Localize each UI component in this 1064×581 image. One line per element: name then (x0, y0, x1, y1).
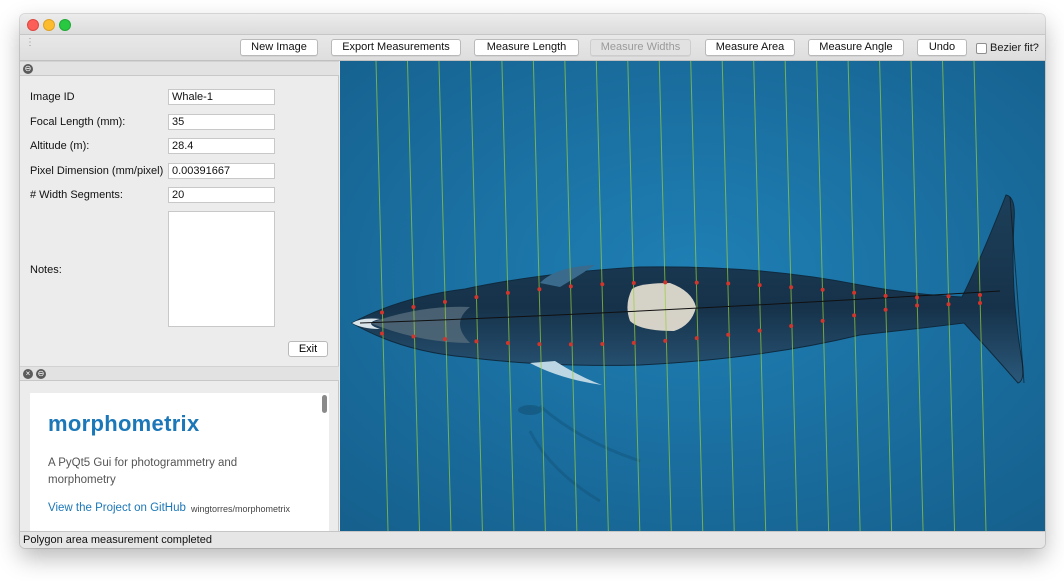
app-window: ⋮ New Image Export Measurements Measure … (20, 14, 1045, 548)
zoom-window-button[interactable] (59, 19, 71, 31)
width-point[interactable] (946, 302, 951, 307)
width-point[interactable] (726, 332, 731, 337)
width-point[interactable] (474, 295, 479, 300)
width-point[interactable] (757, 283, 762, 288)
parameters-dock-title: ⊖ (20, 61, 339, 76)
measure-area-button[interactable]: Measure Area (705, 39, 795, 56)
width-segments-label: # Width Segments: (30, 189, 123, 201)
altitude-input[interactable]: 28.4 (168, 138, 275, 154)
width-point[interactable] (852, 313, 857, 318)
width-point[interactable] (505, 341, 510, 346)
width-point[interactable] (537, 287, 542, 292)
width-point[interactable] (600, 282, 605, 287)
new-image-button[interactable]: New Image (240, 39, 318, 56)
bezier-fit-label: Bezier fit? (990, 42, 1039, 54)
width-point[interactable] (442, 337, 447, 342)
exit-button[interactable]: Exit (288, 341, 328, 357)
width-point[interactable] (568, 284, 573, 289)
width-point[interactable] (380, 331, 384, 336)
measure-widths-button[interactable]: Measure Widths (590, 39, 691, 56)
toolbar: ⋮ New Image Export Measurements Measure … (20, 35, 1045, 61)
width-point[interactable] (820, 287, 825, 292)
image-canvas[interactable] (340, 61, 1045, 531)
width-point[interactable] (411, 305, 416, 310)
notes-textarea[interactable] (168, 211, 275, 327)
width-point[interactable] (915, 303, 920, 308)
width-segments-input[interactable]: 20 (168, 187, 275, 203)
width-point[interactable] (946, 294, 951, 299)
measure-angle-button[interactable]: Measure Angle (808, 39, 904, 56)
width-point[interactable] (380, 310, 384, 315)
bezier-fit-checkbox[interactable] (976, 42, 987, 54)
width-point[interactable] (505, 290, 510, 295)
whale-image (340, 61, 1045, 531)
github-link[interactable]: View the Project on GitHub (48, 502, 186, 514)
focal-length-input[interactable]: 35 (168, 114, 275, 130)
width-point[interactable] (694, 280, 699, 285)
close-window-button[interactable] (27, 19, 39, 31)
web-scrollbar-thumb[interactable] (322, 395, 327, 413)
bezier-fit-option[interactable]: Bezier fit? (976, 42, 1039, 54)
width-point[interactable] (694, 336, 699, 341)
toolbar-grip-icon[interactable]: ⋮ (25, 38, 35, 48)
image-id-label: Image ID (30, 91, 75, 103)
pixel-dimension-label: Pixel Dimension (mm/pixel) (30, 165, 164, 177)
width-point[interactable] (537, 342, 542, 347)
export-measurements-button[interactable]: Export Measurements (331, 39, 461, 56)
width-point[interactable] (757, 328, 762, 333)
float-web-dock-icon[interactable]: ⊖ (36, 369, 46, 379)
focal-length-label: Focal Length (mm): (30, 116, 126, 128)
width-point[interactable] (789, 323, 794, 328)
width-point[interactable] (789, 285, 794, 290)
close-dock-icon[interactable]: × (23, 369, 33, 379)
project-subtitle: A PyQt5 Gui for photogrammetry and morph… (48, 457, 238, 486)
width-point[interactable] (820, 318, 825, 323)
project-title: morphometrix (48, 411, 200, 436)
measure-length-button[interactable]: Measure Length (474, 39, 579, 56)
web-dock-title: × ⊖ (20, 366, 339, 381)
width-point[interactable] (663, 280, 668, 285)
width-point[interactable] (568, 342, 573, 347)
width-point[interactable] (631, 280, 636, 285)
pixel-dimension-input[interactable]: 0.00391667 (168, 163, 275, 179)
width-point[interactable] (978, 293, 982, 297)
width-point[interactable] (600, 342, 605, 347)
left-panel: ⊖ Image ID Whale-1 Focal Length (mm): 35… (20, 61, 339, 531)
width-point[interactable] (915, 295, 920, 300)
width-point[interactable] (631, 340, 636, 345)
width-point[interactable] (883, 307, 888, 312)
github-repo-name: wingtorres/morphometrix (191, 504, 291, 514)
width-point[interactable] (411, 334, 416, 339)
width-point[interactable] (883, 293, 888, 298)
notes-label: Notes: (30, 264, 62, 276)
undo-button[interactable]: Undo (917, 39, 967, 56)
project-web-view: morphometrix A PyQt5 Gui for photogramme… (30, 393, 329, 531)
width-point[interactable] (442, 299, 447, 304)
width-point[interactable] (663, 338, 668, 343)
float-dock-icon[interactable]: ⊖ (23, 64, 33, 74)
altitude-label: Altitude (m): (30, 140, 90, 152)
width-point[interactable] (978, 301, 982, 305)
title-bar (20, 14, 1045, 35)
width-point[interactable] (726, 281, 731, 286)
minimize-window-button[interactable] (43, 19, 55, 31)
width-point[interactable] (474, 339, 479, 344)
status-bar: Polygon area measurement completed (20, 531, 1045, 548)
width-point[interactable] (852, 290, 857, 295)
image-id-input[interactable]: Whale-1 (168, 89, 275, 105)
